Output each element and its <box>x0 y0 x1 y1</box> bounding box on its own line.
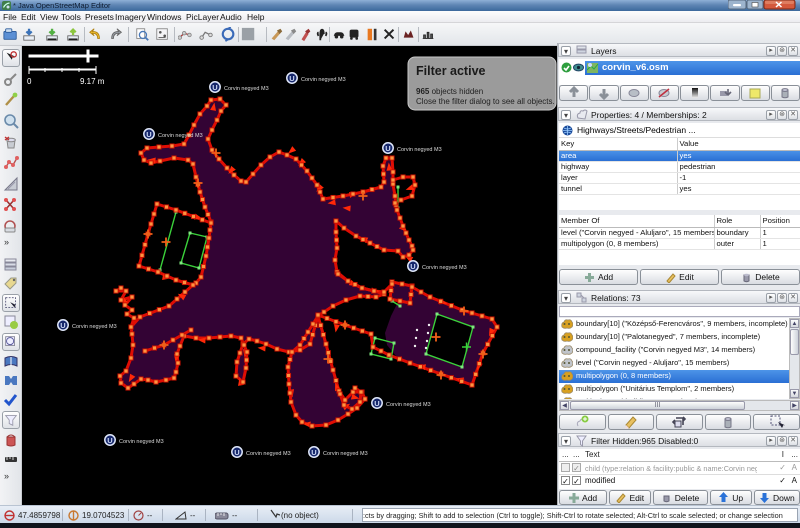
svg-text:Corvin negyed M3: Corvin negyed M3 <box>246 451 291 457</box>
svg-text:Corvin negyed M3: Corvin negyed M3 <box>158 133 203 139</box>
svg-text:U: U <box>311 448 316 457</box>
svg-text:U: U <box>374 399 379 408</box>
svg-text:0: 0 <box>27 77 32 86</box>
svg-text:Close the filter dialog to see: Close the filter dialog to see all objec… <box>416 97 555 106</box>
svg-text:U: U <box>385 144 390 153</box>
svg-text:Filter active: Filter active <box>416 64 486 78</box>
svg-text:U: U <box>107 436 112 445</box>
svg-text:Corvin negyed M3: Corvin negyed M3 <box>422 265 467 271</box>
svg-text:U: U <box>289 74 294 83</box>
svg-text:Corvin negyed M3: Corvin negyed M3 <box>119 439 164 445</box>
svg-text:Corvin negyed M3: Corvin negyed M3 <box>72 324 117 330</box>
svg-text:U: U <box>410 262 415 271</box>
svg-text:Corvin negyed M3: Corvin negyed M3 <box>386 402 431 408</box>
svg-text:Corvin negyed M3: Corvin negyed M3 <box>397 147 442 153</box>
svg-text:9.17 m: 9.17 m <box>80 77 105 86</box>
svg-text:U: U <box>234 448 239 457</box>
svg-text:U: U <box>212 83 217 92</box>
svg-text:U: U <box>146 130 151 139</box>
svg-text:Corvin negyed M3: Corvin negyed M3 <box>301 77 346 83</box>
svg-text:965 objects hidden: 965 objects hidden <box>416 87 483 96</box>
svg-text:U: U <box>60 321 65 330</box>
svg-text:Corvin negyed M3: Corvin negyed M3 <box>323 451 368 457</box>
svg-text:Corvin negyed M3: Corvin negyed M3 <box>224 86 269 92</box>
